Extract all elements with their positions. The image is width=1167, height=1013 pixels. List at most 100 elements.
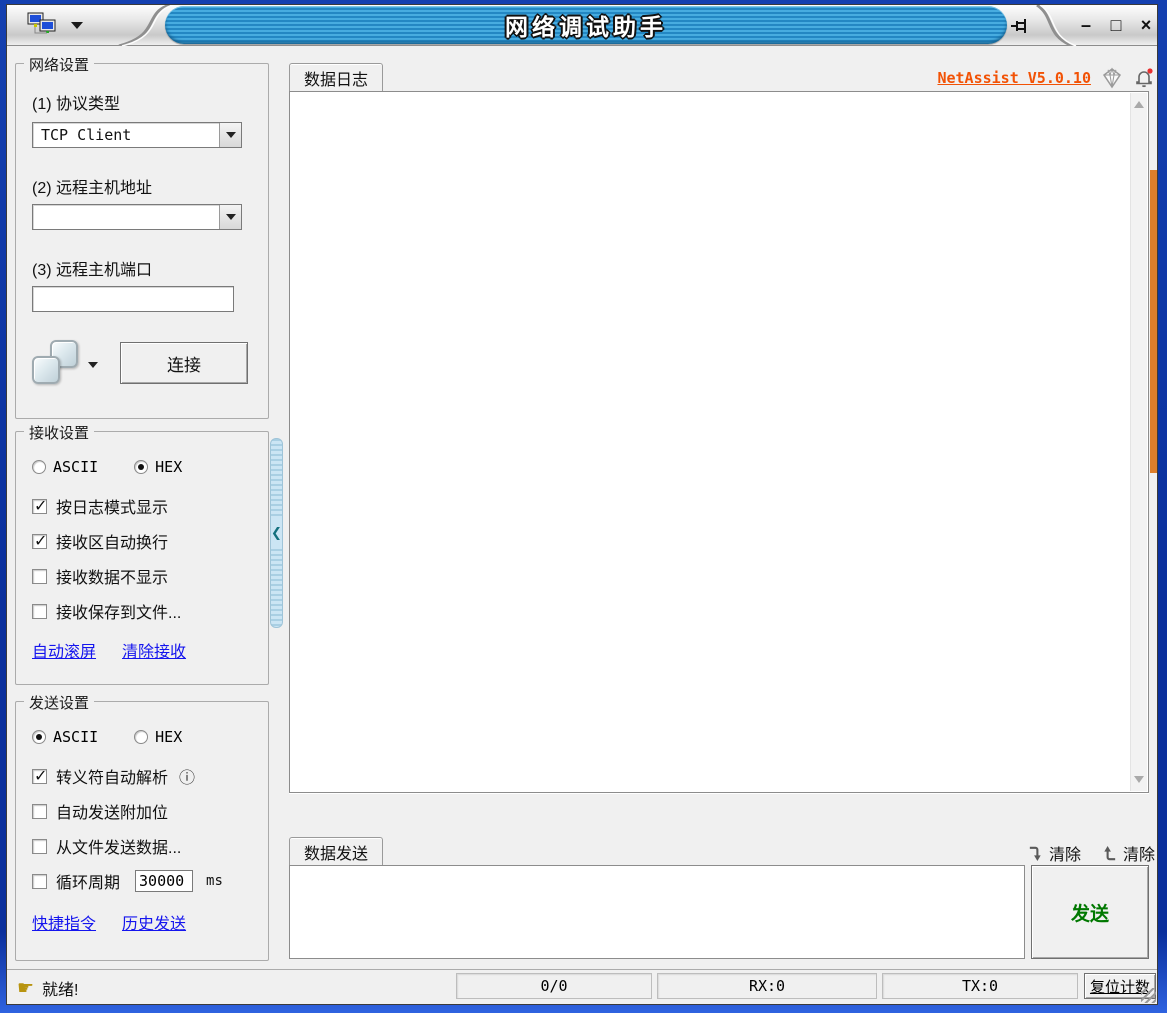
receive-ascii-radio[interactable]: ASCII bbox=[32, 458, 98, 476]
bell-notification-icon[interactable] bbox=[1133, 67, 1155, 89]
chevron-left-icon: ❮ bbox=[271, 519, 282, 547]
checkbox-escape-parse[interactable]: 转义符自动解析 ⓘ bbox=[32, 764, 195, 788]
window-title: 网络调试助手 bbox=[505, 14, 667, 40]
notification-dot bbox=[1147, 68, 1153, 74]
checkbox-box bbox=[32, 603, 47, 619]
checkbox-box bbox=[32, 838, 47, 854]
close-button[interactable]: × bbox=[1133, 12, 1159, 38]
log-scrollbar[interactable] bbox=[1130, 93, 1147, 791]
checkbox-auto-wrap[interactable]: 接收区自动换行 bbox=[32, 529, 168, 553]
checkbox-label: 接收区自动换行 bbox=[56, 535, 169, 552]
rx-counter-panel: RX:0 bbox=[657, 973, 877, 999]
clear-send-button[interactable]: 清除 bbox=[1101, 841, 1155, 865]
info-icon[interactable]: ⓘ bbox=[179, 764, 195, 788]
chevron-down-icon[interactable] bbox=[219, 123, 241, 147]
titlebar-capsule: 网络调试助手 bbox=[165, 6, 1007, 44]
receive-hex-radio[interactable]: HEX bbox=[134, 458, 182, 476]
radio-circle bbox=[32, 730, 46, 744]
app-window: 网络调试助手 – □ × 网络设置 (1) 协议类型 TCP Client (2… bbox=[0, 0, 1167, 1013]
group-title: 发送设置 bbox=[24, 692, 95, 713]
statusbar: ☛ 就绪! 0/0 RX:0 TX:0 复位计数 bbox=[7, 969, 1157, 1004]
network-settings-group: 网络设置 (1) 协议类型 TCP Client (2) 远程主机地址 (3) … bbox=[15, 54, 269, 419]
radio-label: ASCII bbox=[53, 458, 99, 476]
maximize-button[interactable]: □ bbox=[1103, 12, 1129, 38]
scroll-down-icon[interactable] bbox=[1134, 776, 1144, 783]
radio-label: ASCII bbox=[53, 728, 99, 746]
checkbox-auto-append[interactable]: 自动发送附加位 bbox=[32, 799, 168, 823]
connection-options-arrow-icon[interactable] bbox=[88, 362, 98, 368]
clear-button-label: 清除 bbox=[1048, 847, 1081, 864]
checkbox-box bbox=[32, 531, 47, 551]
checkbox-cycle-send[interactable]: 循环周期 ms bbox=[32, 869, 223, 893]
connection-state-icon[interactable] bbox=[30, 340, 82, 388]
protocol-select[interactable]: TCP Client bbox=[32, 122, 242, 148]
checkbox-box bbox=[32, 873, 47, 889]
checkbox-box bbox=[32, 803, 47, 819]
send-button-label: 发送 bbox=[1070, 903, 1109, 925]
titlebar-curve-right bbox=[1036, 5, 1077, 46]
tab-data-log[interactable]: 数据日志 bbox=[289, 63, 384, 91]
checkbox-box bbox=[32, 496, 47, 516]
resize-grip[interactable] bbox=[1141, 988, 1156, 1003]
tab-data-send[interactable]: 数据发送 bbox=[289, 837, 384, 865]
minimize-button[interactable]: – bbox=[1073, 12, 1099, 38]
host-label: (2) 远程主机地址 bbox=[32, 180, 153, 197]
checkbox-label: 按日志模式显示 bbox=[56, 500, 169, 517]
checkbox-label: 接收保存到文件... bbox=[56, 605, 182, 622]
radio-label: HEX bbox=[155, 728, 183, 746]
tab-label: 数据日志 bbox=[304, 71, 369, 89]
arrow-corner-down-icon bbox=[1029, 846, 1041, 861]
connect-button[interactable]: 连接 bbox=[120, 342, 248, 384]
cycle-unit-label: ms bbox=[206, 873, 223, 889]
protocol-value: TCP Client bbox=[41, 126, 132, 144]
send-history-link[interactable]: 历史发送 bbox=[122, 910, 186, 934]
host-select[interactable] bbox=[32, 204, 242, 230]
port-input[interactable] bbox=[32, 286, 234, 312]
clear-receive-link[interactable]: 清除接收 bbox=[122, 638, 186, 662]
send-input[interactable] bbox=[289, 865, 1025, 959]
tx-counter-panel: TX:0 bbox=[882, 973, 1078, 999]
connect-button-label: 连接 bbox=[167, 355, 201, 375]
titlebar[interactable]: 网络调试助手 – □ × bbox=[7, 5, 1157, 46]
radio-circle bbox=[134, 460, 149, 474]
clear-receive-button[interactable]: 清除 bbox=[1027, 841, 1081, 865]
autoscroll-link[interactable]: 自动滚屏 bbox=[32, 638, 96, 662]
radio-label: HEX bbox=[155, 458, 183, 476]
checkbox-hide-received[interactable]: 接收数据不显示 bbox=[32, 564, 168, 588]
checkbox-label: 接收数据不显示 bbox=[56, 570, 169, 587]
checkbox-box bbox=[32, 766, 47, 786]
chevron-down-icon[interactable] bbox=[219, 205, 241, 229]
arrow-corner-up-icon bbox=[1104, 845, 1116, 860]
clear-button-label: 清除 bbox=[1122, 847, 1155, 864]
app-menu-arrow-icon[interactable] bbox=[71, 22, 83, 29]
pin-icon[interactable] bbox=[1009, 14, 1033, 38]
radio-circle bbox=[134, 730, 149, 744]
protocol-label: (1) 协议类型 bbox=[32, 96, 121, 113]
version-link[interactable]: NetAssist V5.0.10 bbox=[937, 69, 1091, 87]
cycle-period-input[interactable] bbox=[135, 870, 194, 892]
group-title: 接收设置 bbox=[24, 422, 95, 443]
checkbox-box bbox=[32, 568, 47, 584]
checkbox-save-to-file[interactable]: 接收保存到文件... bbox=[32, 599, 181, 623]
group-title: 网络设置 bbox=[24, 54, 95, 75]
hand-pointer-icon: ☛ bbox=[17, 977, 35, 999]
checkbox-label: 转义符自动解析 bbox=[56, 770, 169, 787]
port-label: (3) 远程主机端口 bbox=[32, 262, 153, 279]
tab-label: 数据发送 bbox=[304, 845, 369, 863]
panel-collapse-splitter[interactable]: ❮ bbox=[270, 438, 283, 628]
shortcut-commands-link[interactable]: 快捷指令 bbox=[32, 910, 96, 934]
checkbox-log-mode[interactable]: 按日志模式显示 bbox=[32, 494, 168, 518]
diamond-icon[interactable] bbox=[1101, 67, 1123, 89]
status-text: 就绪! bbox=[42, 982, 79, 999]
checkbox-label: 循环周期 bbox=[56, 875, 121, 892]
receive-settings-group: 接收设置 ASCII HEX 按日志模式显示 接收区自动换行 bbox=[15, 422, 269, 685]
network-icon[interactable] bbox=[25, 11, 65, 41]
window-edge-accent bbox=[1150, 170, 1157, 473]
send-hex-radio[interactable]: HEX bbox=[134, 728, 182, 746]
checkbox-label: 从文件发送数据... bbox=[56, 840, 182, 857]
checkbox-send-from-file[interactable]: 从文件发送数据... bbox=[32, 834, 181, 858]
send-ascii-radio[interactable]: ASCII bbox=[32, 728, 98, 746]
send-button[interactable]: 发送 bbox=[1031, 865, 1149, 959]
scroll-up-icon[interactable] bbox=[1134, 101, 1144, 108]
data-log-area[interactable] bbox=[289, 91, 1149, 793]
